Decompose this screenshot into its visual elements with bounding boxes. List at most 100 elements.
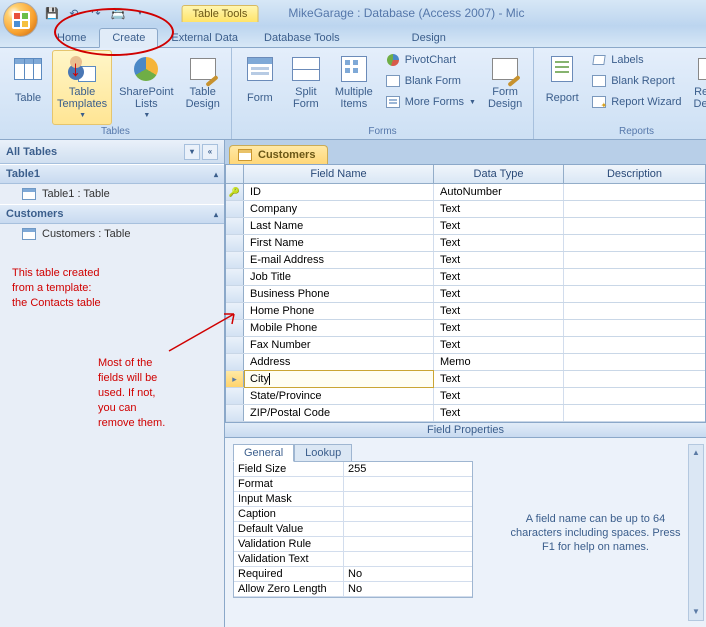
col-description[interactable]: Description <box>564 165 705 183</box>
field-name-cell[interactable]: ZIP/Postal Code <box>244 405 434 421</box>
data-type-cell[interactable]: Text <box>434 269 564 285</box>
field-name-cell[interactable]: E-mail Address <box>244 252 434 268</box>
table-templates-button[interactable]: TableTemplates▼ <box>52 50 112 125</box>
field-name-cell[interactable]: Job Title <box>244 269 434 285</box>
field-name-cell[interactable]: Fax Number <box>244 337 434 353</box>
field-name-cell[interactable]: Address <box>244 354 434 370</box>
description-cell[interactable] <box>564 388 705 404</box>
field-property-row[interactable]: Input Mask <box>234 492 472 507</box>
prop-value[interactable]: 255 <box>344 462 472 476</box>
data-type-cell[interactable]: Text <box>434 252 564 268</box>
table-design-button[interactable]: TableDesign <box>181 50 225 113</box>
labels-button[interactable]: Labels <box>586 50 686 70</box>
prop-value[interactable] <box>344 552 472 566</box>
field-name-cell[interactable]: Business Phone <box>244 286 434 302</box>
col-data-type[interactable]: Data Type <box>434 165 564 183</box>
field-property-row[interactable]: Default Value <box>234 522 472 537</box>
description-cell[interactable] <box>564 405 705 421</box>
data-type-cell[interactable]: Memo <box>434 354 564 370</box>
nav-header[interactable]: All Tables ▾« <box>0 140 224 164</box>
field-name-cell[interactable]: Mobile Phone <box>244 320 434 336</box>
fp-tab-lookup[interactable]: Lookup <box>294 444 352 462</box>
report-design-button[interactable]: ReportDesign <box>689 50 706 113</box>
more-forms-button[interactable]: More Forms▼ <box>380 92 481 112</box>
office-button[interactable] <box>3 2 38 37</box>
form-design-button[interactable]: FormDesign <box>483 50 527 113</box>
field-property-row[interactable]: Validation Text <box>234 552 472 567</box>
tab-design[interactable]: Design <box>393 28 465 47</box>
row-selector[interactable] <box>226 184 244 200</box>
field-property-row[interactable]: Format <box>234 477 472 492</box>
print-icon[interactable]: 📇 <box>110 5 126 21</box>
description-cell[interactable] <box>564 201 705 217</box>
field-property-row[interactable]: Caption <box>234 507 472 522</box>
row-selector[interactable] <box>226 405 244 421</box>
field-row[interactable]: E-mail AddressText <box>226 252 705 269</box>
blank-form-button[interactable]: Blank Form <box>380 71 481 91</box>
tab-external-data[interactable]: External Data <box>158 28 251 47</box>
field-property-row[interactable]: RequiredNo <box>234 567 472 582</box>
nav-collapse-icon[interactable]: « <box>202 144 218 160</box>
description-cell[interactable] <box>564 337 705 353</box>
row-selector[interactable] <box>226 269 244 285</box>
data-type-cell[interactable]: Text <box>434 286 564 302</box>
field-property-row[interactable]: Allow Zero LengthNo <box>234 582 472 597</box>
nav-item-customers[interactable]: Customers : Table <box>0 224 224 244</box>
field-row[interactable]: ZIP/Postal CodeText <box>226 405 705 422</box>
data-type-cell[interactable]: AutoNumber <box>434 184 564 200</box>
nav-dropdown-icon[interactable]: ▾ <box>184 144 200 160</box>
field-row[interactable]: AddressMemo <box>226 354 705 371</box>
blank-report-button[interactable]: Blank Report <box>586 71 686 91</box>
field-name-cell[interactable]: ID <box>244 184 434 200</box>
description-cell[interactable] <box>564 269 705 285</box>
prop-value[interactable] <box>344 507 472 521</box>
description-cell[interactable] <box>564 235 705 251</box>
multiple-items-button[interactable]: MultipleItems <box>330 50 378 113</box>
form-button[interactable]: Form <box>238 50 282 113</box>
field-row[interactable]: Home PhoneText <box>226 303 705 320</box>
field-name-cell[interactable]: Company <box>244 201 434 217</box>
field-name-cell[interactable]: First Name <box>244 235 434 251</box>
field-row[interactable]: CompanyText <box>226 201 705 218</box>
description-cell[interactable] <box>564 303 705 319</box>
nav-group-table1[interactable]: Table1▴ <box>0 164 224 184</box>
prop-value[interactable] <box>344 492 472 506</box>
sharepoint-lists-button[interactable]: SharePointLists▼ <box>114 50 178 125</box>
row-selector[interactable] <box>226 235 244 251</box>
split-form-button[interactable]: SplitForm <box>284 50 328 113</box>
field-row[interactable]: State/ProvinceText <box>226 388 705 405</box>
undo-icon[interactable]: ↶ <box>66 5 82 21</box>
field-property-row[interactable]: Validation Rule <box>234 537 472 552</box>
prop-value[interactable] <box>344 477 472 491</box>
description-cell[interactable] <box>564 286 705 302</box>
report-button[interactable]: Report <box>540 50 584 113</box>
data-type-cell[interactable]: Text <box>434 320 564 336</box>
field-property-row[interactable]: Field Size255 <box>234 462 472 477</box>
row-selector[interactable] <box>226 218 244 234</box>
field-properties-table[interactable]: Field Size255FormatInput MaskCaptionDefa… <box>233 461 473 598</box>
field-row[interactable]: Business PhoneText <box>226 286 705 303</box>
table-button[interactable]: Table <box>6 50 50 113</box>
field-row[interactable]: Mobile PhoneText <box>226 320 705 337</box>
tab-create[interactable]: Create <box>99 28 158 48</box>
field-row[interactable]: Fax NumberText <box>226 337 705 354</box>
prop-value[interactable] <box>344 537 472 551</box>
data-type-cell[interactable]: Text <box>434 405 564 421</box>
row-selector[interactable] <box>226 286 244 302</box>
field-row[interactable]: IDAutoNumber <box>226 184 705 201</box>
prop-value[interactable] <box>344 522 472 536</box>
data-type-cell[interactable]: Text <box>434 388 564 404</box>
nav-group-customers[interactable]: Customers▴ <box>0 204 224 224</box>
tab-home[interactable]: Home <box>44 28 99 47</box>
data-type-cell[interactable]: Text <box>434 371 564 387</box>
save-icon[interactable]: 💾 <box>44 5 60 21</box>
row-selector[interactable] <box>226 252 244 268</box>
row-selector[interactable] <box>226 388 244 404</box>
report-wizard-button[interactable]: Report Wizard <box>586 92 686 112</box>
field-name-cell[interactable]: Last Name <box>244 218 434 234</box>
doc-tab-customers[interactable]: Customers <box>229 145 328 164</box>
description-cell[interactable] <box>564 184 705 200</box>
description-cell[interactable] <box>564 252 705 268</box>
data-type-cell[interactable]: Text <box>434 201 564 217</box>
data-type-cell[interactable]: Text <box>434 337 564 353</box>
